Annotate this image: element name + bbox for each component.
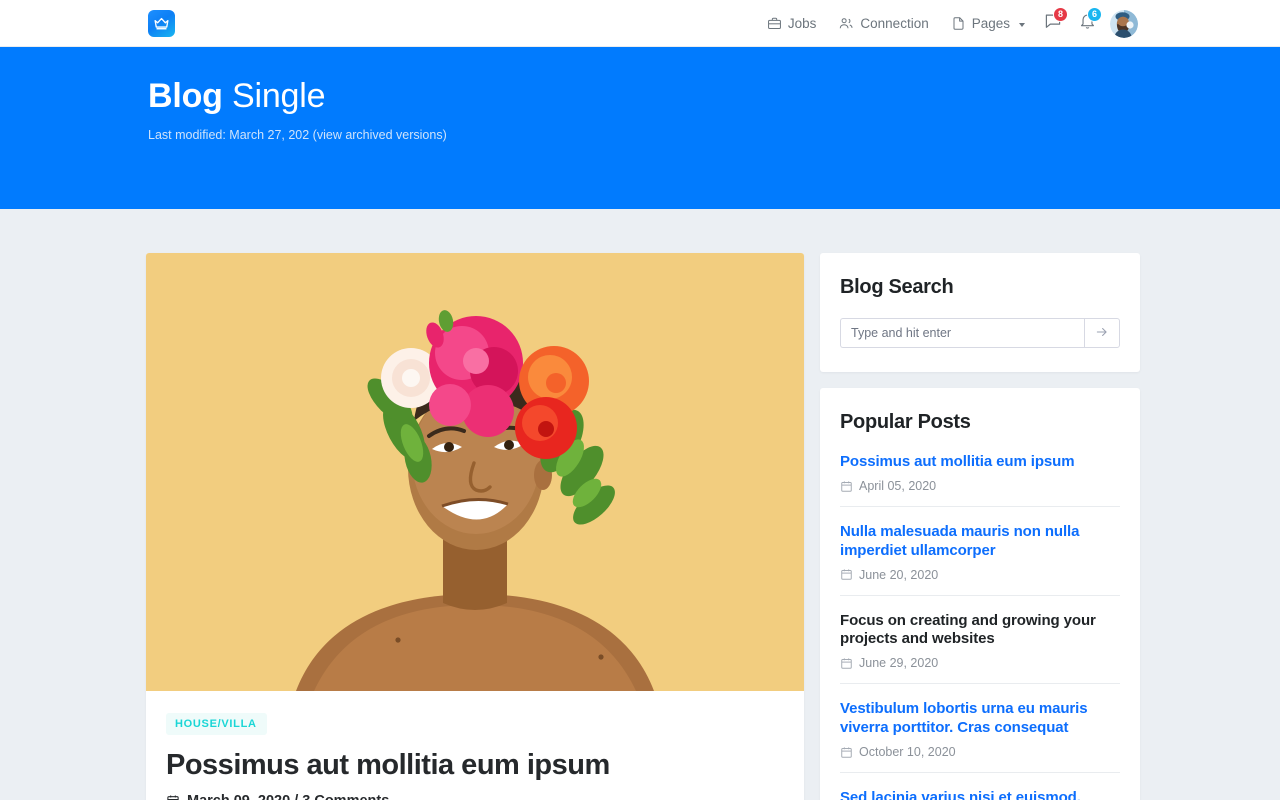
popular-post-title[interactable]: Focus on creating and growing your proje… — [840, 612, 1120, 649]
popular-posts-list: Possimus aut mollitia eum ipsum April 05… — [840, 453, 1120, 800]
popular-post-date: October 10, 2020 — [840, 745, 1120, 759]
list-item[interactable]: Sed lacinia varius nisi et euismod. Apri… — [840, 772, 1120, 800]
people-icon — [838, 16, 854, 31]
document-icon — [951, 16, 966, 31]
popular-post-date-text: April 05, 2020 — [859, 479, 937, 494]
list-item[interactable]: Focus on creating and growing your proje… — [840, 594, 1120, 684]
notifications-badge: 6 — [1087, 7, 1102, 22]
nav-right-group: Jobs Connection Pages 8 6 — [756, 0, 1138, 47]
post-body: HOUSE/VILLA Possimus aut mollitia eum ip… — [146, 691, 804, 800]
page-title-rest: Single — [232, 77, 326, 115]
chevron-down-icon — [1019, 22, 1025, 27]
page-title: Blog Single — [148, 77, 1280, 116]
top-navigation-bar: Jobs Connection Pages 8 6 — [0, 0, 1280, 47]
nav-link-connection-label: Connection — [860, 16, 929, 31]
chat-button[interactable]: 8 — [1036, 0, 1070, 47]
arrow-right-icon — [1095, 325, 1109, 342]
calendar-icon — [841, 481, 852, 492]
page-title-bold: Blog — [148, 77, 223, 115]
chat-badge: 8 — [1053, 7, 1068, 22]
calendar-icon — [841, 658, 852, 669]
nav-link-connection[interactable]: Connection — [827, 0, 939, 47]
blog-search-heading: Blog Search — [840, 276, 954, 298]
post-meta-text: March 09, 2020 / 3 Comments — [187, 793, 389, 800]
page-hero: Blog Single Last modified: March 27, 202… — [0, 47, 1280, 209]
search-input[interactable] — [840, 318, 1084, 348]
page-body: HOUSE/VILLA Possimus aut mollitia eum ip… — [0, 209, 1280, 800]
popular-post-date: June 29, 2020 — [840, 656, 1120, 670]
crown-logo[interactable] — [148, 10, 175, 37]
popular-posts-heading: Popular Posts — [840, 411, 971, 433]
page-subtitle: Last modified: March 27, 202 (view archi… — [148, 128, 447, 143]
post-category-badge[interactable]: HOUSE/VILLA — [166, 713, 267, 735]
popular-post-date-text: June 20, 2020 — [859, 567, 939, 582]
blog-post-card: HOUSE/VILLA Possimus aut mollitia eum ip… — [146, 253, 804, 800]
popular-post-date: June 20, 2020 — [840, 568, 1120, 582]
blog-search-card: Blog Search — [820, 253, 1140, 372]
nav-link-pages-label: Pages — [971, 16, 1010, 31]
search-row — [840, 318, 1120, 348]
popular-post-title[interactable]: Vestibulum lobortis urna eu mauris viver… — [840, 700, 1120, 737]
calendar-icon — [167, 795, 179, 800]
popular-post-title[interactable]: Nulla malesuada mauris non nulla imperdi… — [840, 523, 1120, 560]
sidebar: Blog Search Popular Posts Possimus au — [820, 253, 1140, 800]
calendar-icon — [841, 569, 852, 581]
main-column: HOUSE/VILLA Possimus aut mollitia eum ip… — [146, 253, 804, 800]
user-avatar[interactable] — [1110, 9, 1138, 38]
popular-post-date: April 05, 2020 — [840, 479, 1120, 493]
popular-post-title[interactable]: Possimus aut mollitia eum ipsum — [840, 453, 1120, 471]
nav-link-pages[interactable]: Pages — [940, 0, 1036, 47]
nav-link-jobs-label: Jobs — [787, 16, 817, 31]
list-item[interactable]: Nulla malesuada mauris non nulla imperdi… — [840, 506, 1120, 595]
popular-posts-card: Popular Posts Possimus aut mollitia eum … — [820, 388, 1140, 800]
calendar-icon — [841, 746, 852, 758]
notifications-button[interactable]: 6 — [1070, 0, 1104, 47]
search-submit-button[interactable] — [1084, 318, 1120, 348]
briefcase-icon — [767, 16, 782, 31]
popular-post-date-text: June 29, 2020 — [859, 656, 939, 671]
post-meta: March 09, 2020 / 3 Comments — [166, 793, 784, 800]
post-title[interactable]: Possimus aut mollitia eum ipsum — [166, 749, 784, 782]
list-item[interactable]: Possimus aut mollitia eum ipsum April 05… — [840, 453, 1120, 506]
portrait-photo-woman-with-flower-crown — [146, 253, 804, 691]
list-item[interactable]: Vestibulum lobortis urna eu mauris viver… — [840, 683, 1120, 772]
popular-post-date-text: October 10, 2020 — [859, 745, 956, 760]
nav-link-jobs[interactable]: Jobs — [756, 0, 828, 47]
popular-post-title[interactable]: Sed lacinia varius nisi et euismod. — [840, 789, 1120, 800]
